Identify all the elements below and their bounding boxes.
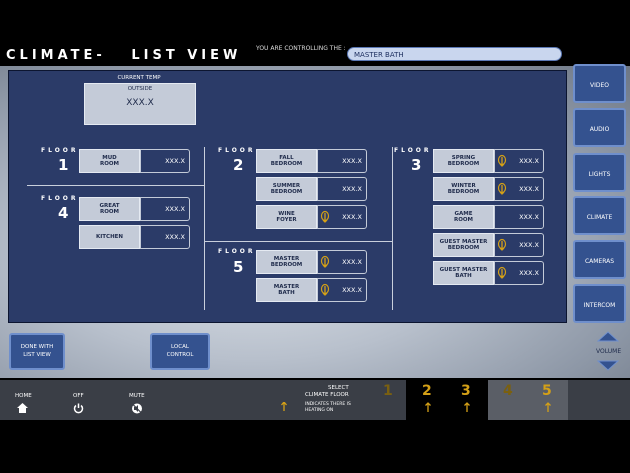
heating-legend-icon <box>281 402 287 411</box>
floor-select-highlight <box>488 380 568 420</box>
heating-on-icon <box>497 266 507 279</box>
room-game-room[interactable]: GAME ROOM <box>433 205 494 229</box>
nav-video-button[interactable]: VIDEO <box>573 64 626 103</box>
floor-select-1[interactable]: 1 <box>383 383 393 399</box>
page-title: CLIMATE- LIST VIEW <box>6 48 242 63</box>
floor-1-label: FLOOR <box>41 147 79 154</box>
temp-great-room: XXX.X <box>140 197 190 221</box>
floor-select-4[interactable]: 4 <box>503 383 513 399</box>
floor-4-label: FLOOR <box>41 195 79 202</box>
divider-h1 <box>27 185 204 186</box>
volume-down-icon[interactable] <box>597 360 619 371</box>
room-master-bedroom[interactable]: MASTER BEDROOM <box>256 250 317 274</box>
done-with-list-view-button[interactable]: DONE WITH LIST VIEW <box>9 333 65 370</box>
floor-4-number: 4 <box>58 204 69 222</box>
divider-v1 <box>204 147 205 310</box>
temp-kitchen: XXX.X <box>140 225 190 249</box>
temp-guest-master-bath: XXX.X <box>494 261 544 285</box>
temp-winter-bedroom-value: XXX.X <box>519 185 539 193</box>
temp-spring-bedroom-value: XXX.X <box>519 157 539 165</box>
heating-on-icon <box>320 255 330 268</box>
current-temp-value: XXX.X <box>126 98 154 108</box>
power-icon[interactable] <box>73 403 84 414</box>
nav-intercom-button[interactable]: INTERCOM <box>573 284 626 323</box>
room-list-panel: OUTSIDE XXX.X CURRENT TEMP FLOOR 1 MUD R… <box>8 70 567 323</box>
temp-fall-bedroom: XXX.X <box>317 149 367 173</box>
temp-summer-bedroom: XXX.X <box>317 177 367 201</box>
temp-spring-bedroom: XXX.X <box>494 149 544 173</box>
room-great-room[interactable]: GREAT ROOM <box>79 197 140 221</box>
divider-v2 <box>392 147 393 310</box>
floor-select-3[interactable]: 3 <box>461 383 471 399</box>
home-icon[interactable] <box>17 403 28 413</box>
nav-climate-button[interactable]: CLIMATE <box>573 196 626 235</box>
room-mud-room[interactable]: MUD ROOM <box>79 149 140 173</box>
heating-on-icon <box>320 210 330 223</box>
floor-3-heating-icon <box>464 402 470 412</box>
temp-guest-master-bedroom: XXX.X <box>494 233 544 257</box>
room-guest-master-bath[interactable]: GUEST MASTER BATH <box>433 261 494 285</box>
mute-label: MUTE <box>129 393 145 399</box>
temp-game-room: XXX.X <box>494 205 544 229</box>
temp-master-bath-value: XXX.X <box>342 286 362 294</box>
volume-label: VOLUME <box>596 348 622 355</box>
select-floor-label: SELECT CLIMATE FLOOR <box>305 385 349 399</box>
floor-3-number: 3 <box>411 156 422 174</box>
controlling-label: YOU ARE CONTROLLING THE : <box>256 45 346 52</box>
heating-on-icon <box>497 182 507 195</box>
heating-on-icon <box>497 154 507 167</box>
temp-guest-master-bath-value: XXX.X <box>519 269 539 277</box>
current-temp-heading: CURRENT TEMP <box>117 75 161 81</box>
current-temp-label: OUTSIDE <box>127 86 153 92</box>
room-kitchen[interactable]: KITCHEN <box>79 225 140 249</box>
mute-icon[interactable] <box>131 403 143 414</box>
floor-5-label: FLOOR <box>218 248 256 255</box>
floor-select-2[interactable]: 2 <box>422 383 432 399</box>
home-label: HOME <box>15 393 32 399</box>
temp-master-bath: XXX.X <box>317 278 367 302</box>
local-control-button[interactable]: LOCAL CONTROL <box>150 333 210 370</box>
room-master-bath[interactable]: MASTER BATH <box>256 278 317 302</box>
floor-select-bar <box>406 380 488 420</box>
off-label: OFF <box>73 393 84 399</box>
floor-3-label: FLOOR <box>394 147 432 154</box>
floor-1-number: 1 <box>58 156 69 174</box>
room-fall-bedroom[interactable]: FALL BEDROOM <box>256 149 317 173</box>
temp-master-bedroom-value: XXX.X <box>342 258 362 266</box>
floor-5-heating-icon <box>545 402 551 412</box>
heating-on-icon <box>497 238 507 251</box>
room-spring-bedroom[interactable]: SPRING BEDROOM <box>433 149 494 173</box>
controlled-room-field[interactable]: MASTER BATH <box>347 47 562 61</box>
current-temp-box: OUTSIDE XXX.X <box>84 83 196 125</box>
temp-wine-foyer: XXX.X <box>317 205 367 229</box>
heating-on-icon <box>320 283 330 296</box>
floor-2-number: 2 <box>233 156 244 174</box>
room-winter-bedroom[interactable]: WINTER BEDROOM <box>433 177 494 201</box>
floor-2-label: FLOOR <box>218 147 256 154</box>
temp-master-bedroom: XXX.X <box>317 250 367 274</box>
room-guest-master-bedroom[interactable]: GUEST MASTER BEDROOM <box>433 233 494 257</box>
room-summer-bedroom[interactable]: SUMMER BEDROOM <box>256 177 317 201</box>
volume-up-icon[interactable] <box>597 331 619 342</box>
temp-mud-room: XXX.X <box>140 149 190 173</box>
nav-audio-button[interactable]: AUDIO <box>573 108 626 147</box>
temp-wine-foyer-value: XXX.X <box>342 213 362 221</box>
heating-legend-label: INDICATES THERE IS HEATING ON <box>305 402 351 413</box>
divider-h2 <box>204 241 392 242</box>
temp-guest-master-bedroom-value: XXX.X <box>519 241 539 249</box>
nav-cameras-button[interactable]: CAMERAS <box>573 240 626 279</box>
floor-2-heating-icon <box>425 402 431 412</box>
nav-lights-button[interactable]: LIGHTS <box>573 153 626 192</box>
floor-select-5[interactable]: 5 <box>542 383 552 399</box>
floor-5-number: 5 <box>233 258 244 276</box>
temp-winter-bedroom: XXX.X <box>494 177 544 201</box>
room-wine-foyer[interactable]: WINE FOYER <box>256 205 317 229</box>
